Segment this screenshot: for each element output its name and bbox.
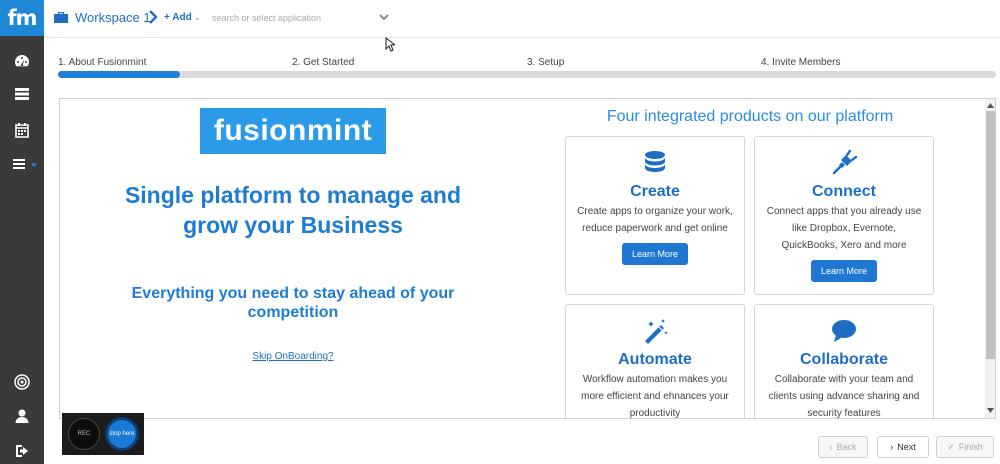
learn-more-button[interactable]: Learn More <box>621 243 689 265</box>
check-icon: ✓ <box>947 441 955 452</box>
card-title: Collaborate <box>799 351 888 368</box>
step-setup[interactable]: 3. Setup <box>527 57 564 68</box>
progress-fill <box>58 71 180 78</box>
chevron-down-icon: ⌄ <box>193 12 202 22</box>
back-label: Back <box>836 442 857 452</box>
logout-icon[interactable] <box>0 439 44 463</box>
scroll-up-icon[interactable] <box>987 102 994 109</box>
intro-section: fusionmint Single platform to manage and… <box>60 99 526 418</box>
app-logo[interactable]: fm <box>0 0 44 36</box>
calendar-icon[interactable] <box>0 118 44 142</box>
add-button[interactable]: + Add ⌄ <box>164 12 201 23</box>
subheadline: Everything you need to stay ahead of you… <box>131 285 455 321</box>
card-description: Collaborate with your team and clients u… <box>768 374 920 419</box>
chevron-right-icon <box>149 10 158 24</box>
app-search-input[interactable] <box>212 8 394 28</box>
briefcase-icon <box>54 12 68 23</box>
dashboard-icon[interactable] <box>0 49 44 73</box>
onboarding-steps: 1. About Fusionmint 2. Get Started 3. Se… <box>58 57 996 81</box>
add-label: + Add <box>164 12 192 23</box>
database-icon <box>645 151 665 172</box>
menu-icon[interactable] <box>0 152 44 176</box>
progress-bar <box>58 71 996 78</box>
next-label: Next <box>897 442 916 452</box>
mouse-cursor-icon <box>385 37 395 52</box>
step-get-started[interactable]: 2. Get Started <box>292 57 354 68</box>
product-card-connect: Connect Connect apps that you already us… <box>754 136 934 295</box>
card-description: Create apps to organize your work, reduc… <box>577 206 733 234</box>
finish-label: Finish <box>958 442 983 452</box>
next-button[interactable]: › Next <box>877 436 929 458</box>
plug-icon <box>832 149 858 175</box>
sidebar: fm <box>0 0 44 464</box>
step-invite-members[interactable]: 4. Invite Members <box>761 57 840 68</box>
product-card-create: Create Create apps to organize your work… <box>565 136 745 295</box>
learn-more-button[interactable]: Learn More <box>810 260 878 282</box>
products-title: Four integrated products on our platform <box>606 108 894 125</box>
chevron-right-icon: › <box>890 442 894 452</box>
top-bar: Workspace 1 + Add ⌄ <box>44 0 1000 38</box>
card-title: Create <box>630 183 680 200</box>
target-icon[interactable] <box>0 370 44 394</box>
screen-recorder-widget: REC stop here <box>62 413 144 455</box>
stop-recording-button[interactable]: stop here <box>105 417 139 451</box>
list-icon[interactable] <box>0 82 44 106</box>
chevron-left-icon: ‹ <box>829 442 833 452</box>
panel-scrollbar[interactable] <box>985 99 995 418</box>
card-title: Automate <box>618 351 692 368</box>
back-button[interactable]: ‹ Back <box>818 436 868 458</box>
card-description: Workflow automation makes you more effic… <box>581 374 729 419</box>
scroll-thumb[interactable] <box>986 111 995 359</box>
skip-onboarding-link[interactable]: Skip OnBoarding? <box>60 351 526 362</box>
chat-bubble-icon <box>832 320 856 342</box>
search-chevron-down-icon[interactable] <box>378 12 390 22</box>
workspace-title[interactable]: Workspace 1 <box>75 10 151 25</box>
product-card-collaborate: Collaborate Collaborate with your team a… <box>754 304 934 419</box>
step-about[interactable]: 1. About Fusionmint <box>58 57 146 68</box>
magic-wand-icon <box>645 319 668 344</box>
user-icon[interactable] <box>0 404 44 428</box>
card-description: Connect apps that you already use like D… <box>766 206 922 251</box>
headline: Single platform to manage and grow your … <box>124 182 462 238</box>
fusionmint-logo: fusionmint <box>200 108 386 154</box>
record-button[interactable]: REC <box>68 418 100 450</box>
product-card-automate: Automate Workflow automation makes you m… <box>565 304 745 419</box>
finish-button[interactable]: ✓ Finish <box>936 436 994 458</box>
card-title: Connect <box>812 183 876 200</box>
onboarding-panel: fusionmint Single platform to manage and… <box>59 98 996 419</box>
scroll-down-icon[interactable] <box>987 407 994 414</box>
